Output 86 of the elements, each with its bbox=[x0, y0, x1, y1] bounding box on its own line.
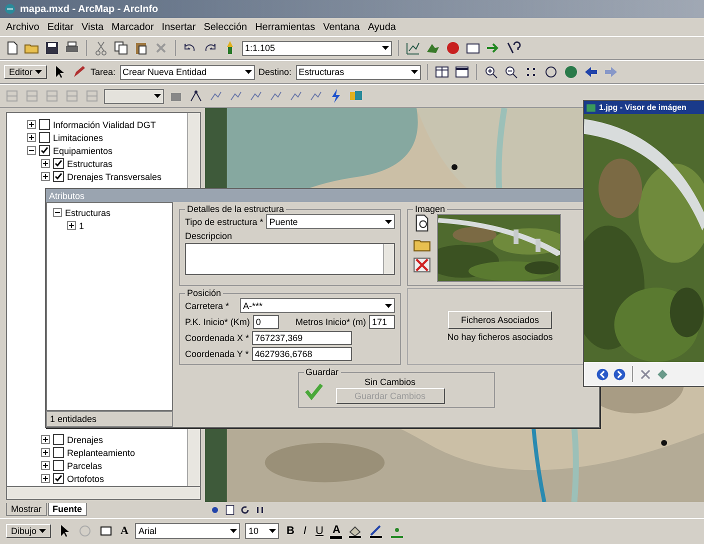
underline-button[interactable]: U bbox=[313, 525, 326, 537]
data-view-icon[interactable] bbox=[209, 504, 221, 516]
refresh-icon[interactable] bbox=[239, 504, 251, 516]
pause-icon[interactable] bbox=[254, 504, 266, 516]
target-dropdown[interactable]: Estructuras bbox=[296, 64, 421, 80]
menu-item[interactable]: Vista bbox=[81, 22, 104, 32]
collapse-icon[interactable] bbox=[53, 208, 62, 217]
app-icon bbox=[4, 3, 16, 15]
tree-item[interactable]: Información Vialidad DGT bbox=[53, 120, 156, 130]
layer-checkbox[interactable] bbox=[53, 460, 64, 471]
copy-icon[interactable] bbox=[113, 40, 129, 56]
tab[interactable]: Fuente bbox=[48, 503, 88, 516]
save-icon[interactable] bbox=[44, 40, 60, 56]
task-label: Tarea: bbox=[90, 67, 116, 77]
tree-item[interactable]: 1 bbox=[79, 220, 84, 230]
target-label: Destino: bbox=[258, 67, 292, 77]
tab[interactable]: Mostrar bbox=[6, 503, 47, 516]
layer-checkbox[interactable] bbox=[53, 447, 64, 458]
expand-icon[interactable] bbox=[41, 172, 50, 181]
chart-icon[interactable] bbox=[405, 40, 421, 56]
caret-icon[interactable] bbox=[230, 529, 238, 533]
caret-icon[interactable] bbox=[269, 529, 276, 533]
expand-icon[interactable] bbox=[27, 120, 36, 129]
zoom-in-icon[interactable] bbox=[482, 64, 499, 80]
layer-checkbox[interactable] bbox=[53, 171, 64, 182]
expand-icon[interactable] bbox=[41, 474, 50, 483]
tree-item[interactable]: Drenajes Transversales bbox=[67, 172, 162, 182]
caret-icon[interactable] bbox=[154, 94, 161, 98]
italic-button[interactable]: I bbox=[301, 525, 308, 537]
layer-checkbox[interactable] bbox=[53, 434, 64, 445]
menu-item[interactable]: Marcador bbox=[112, 22, 154, 32]
tree-item[interactable]: Ortofotos bbox=[67, 474, 104, 484]
menu-item[interactable]: Selección bbox=[204, 22, 248, 32]
line-color-icon[interactable] bbox=[368, 523, 384, 539]
scale-dropdown[interactable]: 1:1.105 bbox=[242, 40, 392, 56]
dialog-title: Atributos bbox=[49, 190, 85, 200]
back-arrow-icon[interactable] bbox=[582, 64, 599, 80]
caret-icon[interactable] bbox=[382, 46, 389, 50]
help-icon[interactable] bbox=[505, 40, 521, 56]
font-size-dropdown[interactable]: 10 bbox=[245, 523, 280, 539]
expand-icon[interactable] bbox=[67, 221, 76, 230]
editor-menu[interactable]: Editor bbox=[4, 65, 47, 79]
expand-icon[interactable] bbox=[41, 435, 50, 444]
ball-icon[interactable] bbox=[445, 40, 461, 56]
menu-item[interactable]: Herramientas bbox=[255, 22, 316, 32]
font-color-button[interactable]: A bbox=[330, 524, 342, 538]
collapse-icon[interactable] bbox=[27, 146, 36, 155]
expand-icon[interactable] bbox=[27, 133, 36, 142]
menu-item[interactable]: Insertar bbox=[162, 22, 196, 32]
layer-checkbox[interactable] bbox=[53, 473, 64, 484]
layer-checkbox[interactable] bbox=[39, 145, 50, 156]
text-tool-button[interactable]: A bbox=[118, 525, 130, 537]
menu-item[interactable]: Archivo bbox=[6, 22, 40, 32]
zoom-out-icon[interactable] bbox=[502, 64, 519, 80]
tree-item[interactable]: Limitaciones bbox=[53, 132, 104, 142]
drawing-menu[interactable]: Dibujo bbox=[6, 524, 51, 538]
tree-item[interactable]: Drenajes bbox=[67, 434, 104, 444]
tree-item[interactable]: Parcelas bbox=[67, 460, 102, 470]
layer-checkbox[interactable] bbox=[53, 158, 64, 169]
layout-view-icon[interactable] bbox=[224, 504, 236, 516]
tree-item[interactable]: Equipamientos bbox=[53, 146, 113, 156]
tree-item[interactable]: Estructuras bbox=[67, 158, 113, 168]
bold-button[interactable]: B bbox=[284, 525, 296, 537]
status-text: 1 entidades bbox=[50, 414, 97, 424]
task-dropdown[interactable]: Crear Nueva Entidad bbox=[120, 64, 255, 80]
caret-icon[interactable] bbox=[410, 70, 418, 74]
table-icon[interactable] bbox=[434, 64, 450, 80]
paste-icon[interactable] bbox=[133, 40, 149, 56]
caret-icon[interactable] bbox=[34, 70, 42, 74]
window-title: mapa.mxd - ArcMap - ArcInfo bbox=[20, 4, 158, 14]
caret-icon[interactable] bbox=[244, 70, 252, 74]
menu-item[interactable]: Ayuda bbox=[368, 22, 396, 32]
tree-item[interactable]: Replanteamiento bbox=[67, 448, 136, 458]
window-icon[interactable] bbox=[454, 64, 470, 80]
tree-item[interactable]: Estructuras bbox=[65, 208, 111, 218]
font-dropdown[interactable]: Arial bbox=[135, 523, 240, 539]
layer-checkbox[interactable] bbox=[39, 132, 50, 143]
expand-icon[interactable] bbox=[41, 461, 50, 470]
expand-icon[interactable] bbox=[41, 159, 50, 168]
vertex-tool-icon[interactable] bbox=[188, 88, 204, 104]
layer-checkbox[interactable] bbox=[39, 119, 50, 130]
menu-item[interactable]: Ventana bbox=[323, 22, 360, 32]
caret-icon[interactable] bbox=[38, 529, 46, 533]
scrollbar[interactable] bbox=[6, 487, 201, 500]
menu-item[interactable]: Editar bbox=[47, 22, 74, 32]
expand-icon[interactable] bbox=[41, 448, 50, 457]
